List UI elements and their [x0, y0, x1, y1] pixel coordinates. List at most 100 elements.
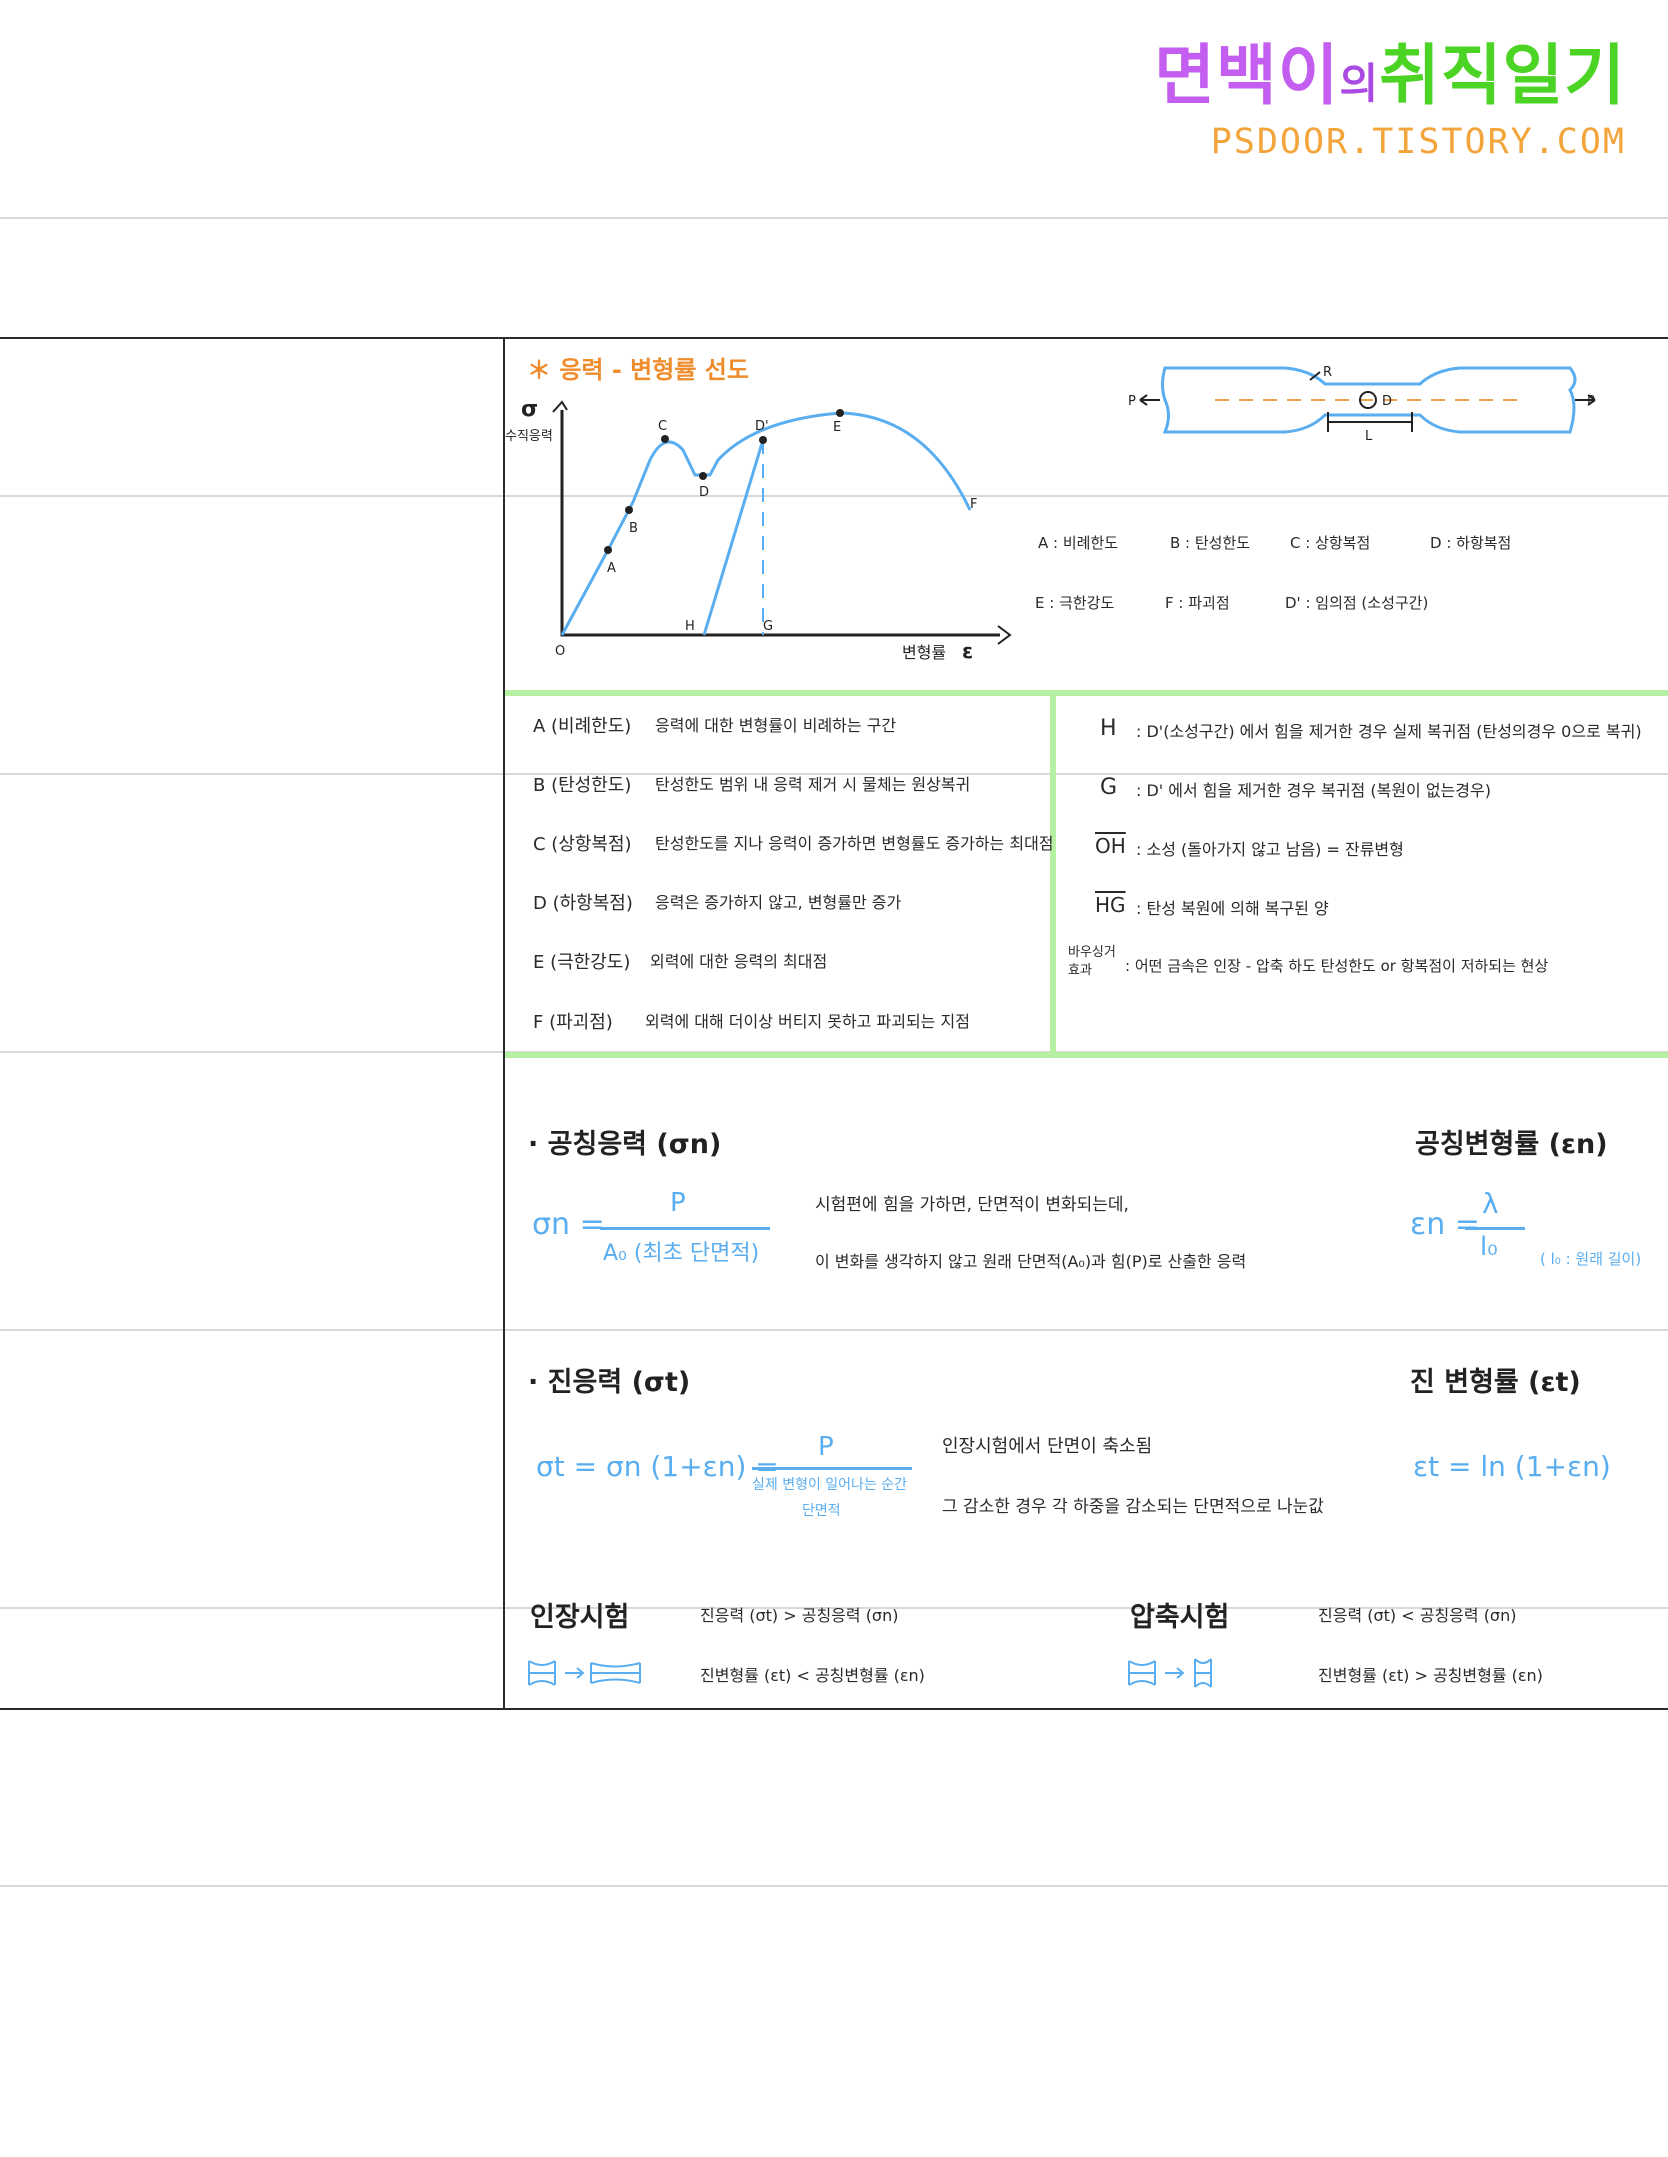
true-stress-title: · 진응력 (σt)	[528, 1367, 691, 1398]
nominal-strain-fraction-bar	[1465, 1227, 1525, 1230]
tension-line-1: 진응력 (σt) > 공칭응력 (σn)	[700, 1606, 899, 1625]
definitions-bottom-border	[505, 1052, 1668, 1058]
label-A: A	[607, 561, 616, 576]
true-stress-fraction-bar	[752, 1467, 912, 1470]
label-O: O	[555, 644, 565, 659]
true-strain-title: 진 변형률 (εt)	[1410, 1367, 1581, 1398]
def-right-desc-0: : D'(소성구간) 에서 힘을 제거한 경우 실제 복귀점 (탄성의경우 0으…	[1136, 722, 1642, 741]
point-D	[699, 472, 707, 480]
frame-bottom-line	[0, 1708, 1668, 1710]
def-left-term-2: C (상항복점)	[533, 834, 632, 855]
nominal-stress-numerator: P	[670, 1188, 686, 1218]
def-left-term-3: D (하항복점)	[533, 893, 633, 914]
legend-F: F : 파괴점	[1165, 594, 1230, 612]
nominal-strain-title: 공칭변형률 (εn)	[1415, 1129, 1608, 1160]
true-stress-formula: σt = σn (1+εn) =	[536, 1450, 779, 1483]
def-right-desc-3: : 탄성 복원에 의해 복구된 양	[1136, 899, 1329, 918]
def-right-term-0: H	[1100, 716, 1117, 741]
def-left-term-0: A (비례한도)	[533, 716, 632, 737]
tension-line-2: 진변형률 (εt) < 공칭변형률 (εn)	[700, 1666, 925, 1685]
definitions-top-border	[505, 690, 1668, 696]
logo-part3: 취직일기	[1379, 37, 1626, 114]
compression-line-2: 진변형률 (εt) > 공칭변형률 (εn)	[1318, 1666, 1543, 1685]
logo-title: 면백이의취직일기	[1154, 38, 1626, 122]
point-B	[625, 506, 633, 514]
point-C	[661, 435, 669, 443]
legend-D: D : 하항복점	[1430, 534, 1512, 552]
nominal-stress-denominator: A₀ (최초 단면적)	[603, 1241, 760, 1266]
nominal-strain-note: ( l₀ : 원래 길이)	[1540, 1250, 1642, 1268]
nominal-desc-2: 이 변화를 생각하지 않고 원래 단면적(A₀)과 힘(P)로 산출한 응력	[815, 1252, 1247, 1271]
def-left-desc-2: 탄성한도를 지나 응력이 증가하면 변형률도 증가하는 최대점	[655, 834, 1054, 853]
def-right-desc-2: : 소성 (돌아가지 않고 남음) = 잔류변형	[1136, 840, 1404, 859]
chart-axes	[560, 410, 1000, 637]
compression-line-1: 진응력 (σt) < 공칭응력 (σn)	[1318, 1606, 1517, 1625]
specimen-P-left: P	[1128, 394, 1136, 409]
x-symbol: ε	[962, 639, 973, 663]
def-left-desc-3: 응력은 증가하지 않고, 변형률만 증가	[655, 893, 902, 912]
compression-specimen-icon	[1128, 1658, 1212, 1688]
logo-part1: 면백이	[1154, 37, 1340, 114]
frame-top-line	[0, 337, 1668, 339]
true-stress-denominator-1: 실제 변형이 일어나는 순간	[752, 1477, 908, 1493]
legend-E: E : 극한강도	[1035, 594, 1115, 612]
label-D: D	[699, 485, 709, 500]
true-strain-formula: εt = ln (1+εn)	[1413, 1450, 1611, 1483]
nominal-stress-fraction-bar	[600, 1227, 770, 1230]
nominal-desc-1: 시험편에 힘을 가하면, 단면적이 변화되는데,	[815, 1195, 1129, 1215]
label-C: C	[658, 419, 667, 434]
diagram-title: ＊ 응력 - 변형률 선도	[527, 356, 749, 384]
stress-strain-curve	[560, 411, 972, 636]
label-E: E	[833, 420, 841, 435]
def-left-desc-0: 응력에 대한 변형률이 비례하는 구간	[655, 716, 897, 735]
nominal-strain-numerator: λ	[1482, 1187, 1499, 1220]
nominal-stress-lhs: σn =	[532, 1207, 605, 1242]
nominal-stress-title: · 공칭응력 (σn)	[528, 1129, 722, 1160]
def-right-term-3: HG	[1095, 893, 1126, 917]
legend-Dp: D' : 임의점 (소성구간)	[1285, 594, 1429, 612]
logo: 면백이의취직일기 PSDOOR.TISTORY.COM	[1154, 38, 1626, 163]
def-right-desc-1: : D' 에서 힘을 제거한 경우 복귀점 (복원이 없는경우)	[1136, 781, 1491, 800]
specimen-D: D	[1382, 394, 1392, 409]
def-right-term-4: 바우싱거 효과	[1068, 945, 1116, 978]
tension-specimen-icon	[528, 1660, 641, 1686]
def-left-term-4: E (극한강도)	[533, 952, 631, 973]
definitions-divider	[1050, 693, 1056, 1055]
legend-C: C : 상항복점	[1290, 534, 1371, 552]
true-stress-numerator: P	[818, 1432, 834, 1462]
label-B: B	[629, 521, 638, 536]
tension-title: 인장시험	[530, 1602, 630, 1633]
point-Dp	[759, 436, 767, 444]
specimen-P-right: P	[1587, 394, 1595, 409]
true-stress-denominator-2: 단면적	[802, 1503, 841, 1519]
x-label: 변형률	[902, 643, 946, 662]
y-label: 수직응력	[505, 429, 553, 444]
label-Dp: D'	[755, 419, 769, 434]
ruled-paper-background	[0, 0, 1668, 2157]
specimen-L: L	[1365, 429, 1373, 444]
def-right-term-2: OH	[1095, 834, 1126, 858]
legend-B: B : 탄성한도	[1170, 534, 1251, 552]
label-F: F	[970, 497, 977, 512]
true-desc-1: 인장시험에서 단면이 축소됨	[942, 1436, 1153, 1457]
specimen-R: R	[1323, 365, 1332, 380]
def-right-term-1: G	[1100, 775, 1118, 800]
true-desc-2: 그 감소한 경우 각 하중을 감소되는 단면적으로 나눈값	[942, 1497, 1324, 1517]
y-symbol: σ	[521, 397, 538, 422]
y-axis-tick	[552, 400, 568, 413]
logo-part2: 의	[1339, 59, 1380, 108]
stress-strain-chart: σ 수직응력 O A B C D D' E F H G 변형률 ε	[505, 397, 1012, 663]
def-left-term-1: B (탄성한도)	[533, 775, 632, 796]
point-E	[836, 409, 844, 417]
left-arrow	[1139, 394, 1160, 406]
def-right-desc-4: : 어떤 금속은 인장 - 압축 하도 탄성한도 or 항복점이 저하되는 현상	[1125, 957, 1549, 975]
def-left-desc-5: 외력에 대해 더이상 버티지 못하고 파괴되는 지점	[645, 1012, 970, 1031]
legend-A: A : 비례한도	[1038, 534, 1119, 552]
label-G: G	[763, 619, 773, 634]
label-H: H	[685, 619, 695, 634]
compression-title: 압축시험	[1130, 1602, 1230, 1633]
point-A	[604, 546, 612, 554]
def-left-desc-4: 외력에 대한 응력의 최대점	[650, 952, 828, 971]
specimen-drawing: P P R D L	[1128, 365, 1596, 444]
def-left-desc-1: 탄성한도 범위 내 응력 제거 시 물체는 원상복귀	[655, 775, 971, 794]
